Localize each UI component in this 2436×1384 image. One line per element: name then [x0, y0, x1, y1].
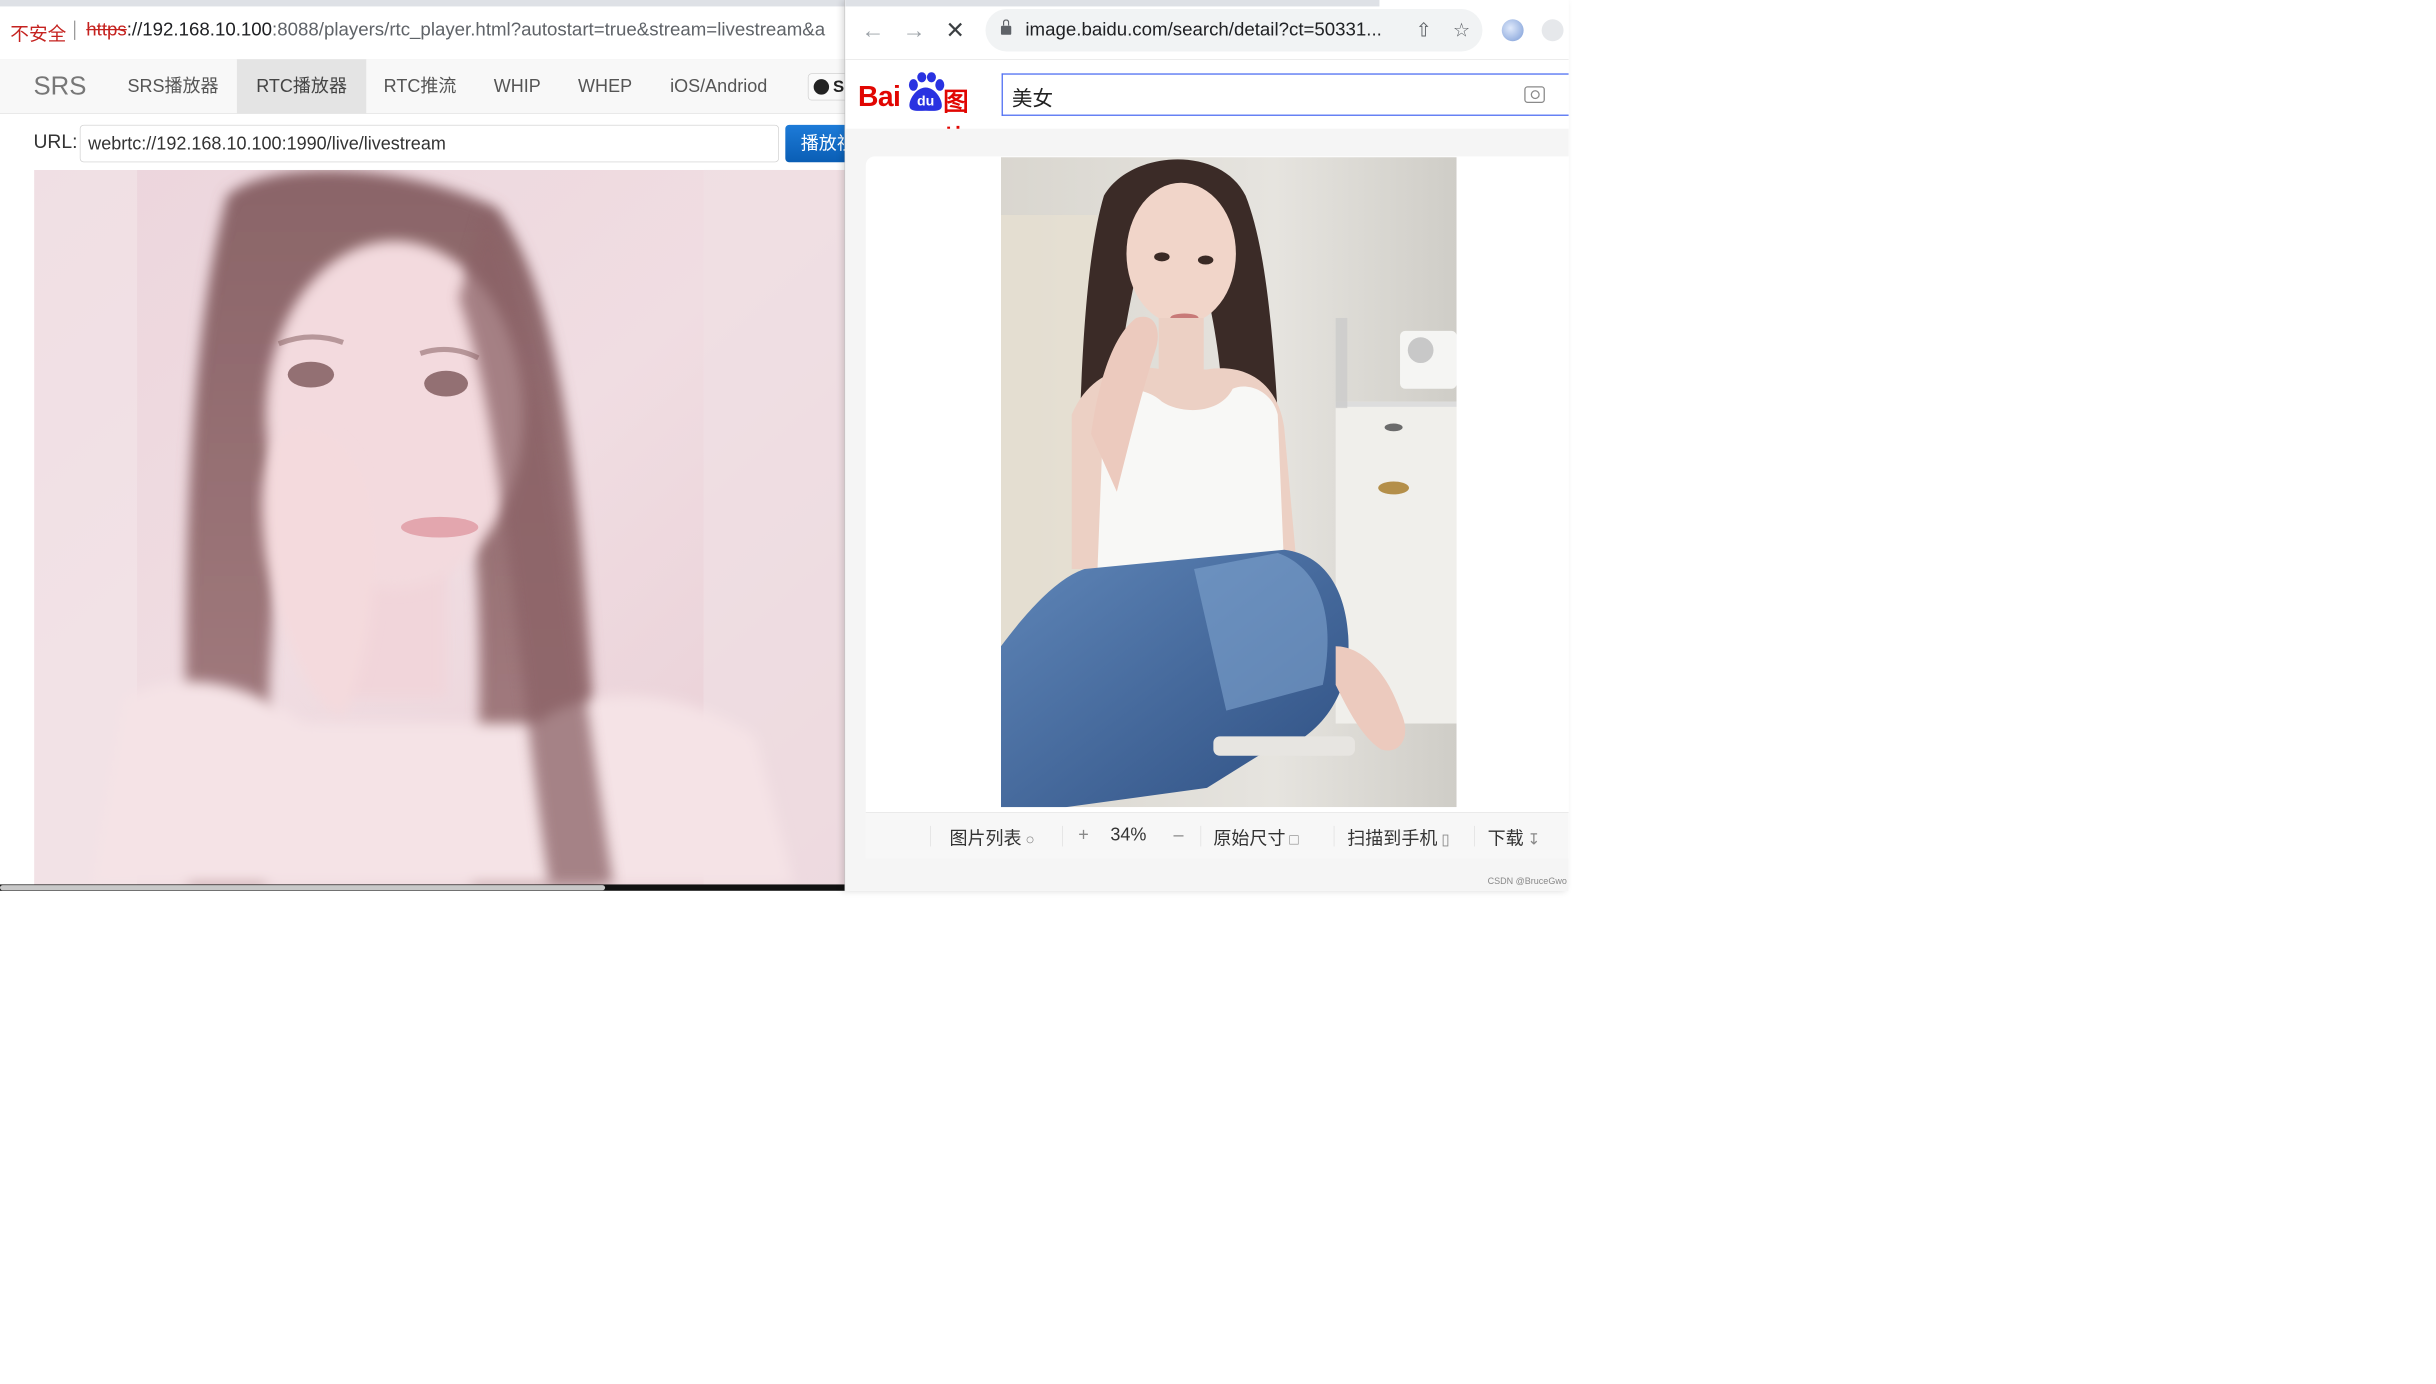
browser-toolbar: ← → ✕ image.baidu.com/search/detail?ct=5… [845, 0, 1569, 60]
url-rest: :8088/players/rtc_player.html?autostart=… [272, 19, 826, 40]
tab-strip [0, 0, 845, 7]
extension-icon[interactable] [1541, 19, 1564, 42]
github-button[interactable]: S [807, 73, 845, 101]
toolbar-separator [1062, 825, 1063, 847]
lock-icon[interactable] [1000, 19, 1012, 35]
viewer-toolbar: 图片列表 ○ + 34% – 原始尺寸 □ 扫描到手机 ▯ 下载 ↧ [865, 812, 1569, 859]
srs-player-window: 不安全 https://192.168.10.100:8088/players/… [0, 0, 845, 891]
brand-logo[interactable]: SRS [33, 72, 86, 101]
download-icon: ↧ [1527, 831, 1541, 849]
github-label: S [832, 76, 845, 96]
fit-size-icon: □ [1289, 831, 1299, 849]
toolbar-separator [1333, 825, 1335, 847]
address-url[interactable]: image.baidu.com/search/detail?ct=50331..… [1025, 19, 1381, 40]
plus-icon: + [1078, 824, 1089, 845]
baidu-paw-icon: du [908, 72, 945, 111]
logo-bai-text: Bai [858, 81, 901, 113]
download-label: 下载 [1487, 828, 1524, 849]
address-bar[interactable]: 不安全 https://192.168.10.100:8088/players/… [0, 0, 845, 60]
url-host: ://192.168.10.100 [126, 19, 273, 40]
nav-rtc-player[interactable]: RTC播放器 [236, 59, 367, 114]
chevron-up-circle-icon: ○ [1025, 831, 1035, 849]
image-list-label: 图片列表 [949, 828, 1022, 849]
stream-url-input[interactable] [79, 124, 779, 163]
star-icon[interactable]: ☆ [1453, 19, 1470, 42]
scrollbar-thumb[interactable] [0, 885, 606, 891]
scan-to-phone-label: 扫描到手机 [1347, 828, 1438, 849]
original-size-button[interactable]: 原始尺寸 □ [1213, 825, 1298, 851]
nav-srs-player[interactable]: SRS播放器 [108, 59, 238, 113]
baidu-image-logo[interactable]: Bai du 图片 [858, 72, 987, 154]
search-query[interactable]: 美女 [1012, 82, 1053, 112]
url-label: URL: [33, 131, 78, 153]
scan-to-phone-button[interactable]: 扫描到手机 ▯ [1347, 825, 1449, 851]
download-button[interactable]: 下载 ↧ [1488, 825, 1541, 851]
baidu-image-window: ← → ✕ image.baidu.com/search/detail?ct=5… [844, 0, 1569, 891]
original-size-label: 原始尺寸 [1213, 828, 1286, 849]
srs-navbar: SRS SRS播放器 RTC播放器 RTC推流 WHIP WHEP iOS/An… [0, 59, 845, 114]
zoom-out-button[interactable]: – [1173, 825, 1183, 846]
horizontal-scrollbar[interactable] [0, 884, 845, 891]
address-url[interactable]: https://192.168.10.100:8088/players/rtc_… [86, 19, 825, 40]
forward-arrow-icon[interactable]: → [899, 15, 929, 45]
github-icon [813, 79, 830, 95]
rtc-video-player[interactable] [34, 169, 845, 885]
omnibox-separator [74, 20, 76, 40]
nav-ios-android[interactable]: iOS/Andriod [651, 59, 787, 113]
toolbar-separator [1200, 825, 1202, 847]
insecure-label[interactable]: 不安全 [10, 19, 66, 46]
nav-rtc-publish[interactable]: RTC推流 [364, 59, 475, 113]
camera-icon[interactable] [1524, 86, 1545, 103]
zoom-in-button[interactable]: + [1078, 825, 1089, 846]
address-bar[interactable]: image.baidu.com/search/detail?ct=50331..… [985, 9, 1483, 52]
phone-icon: ▯ [1441, 831, 1450, 849]
nav-whep[interactable]: WHEP [559, 59, 652, 113]
toolbar-separator [1474, 825, 1475, 847]
minus-icon: – [1173, 824, 1184, 845]
toolbar-separator [930, 825, 931, 847]
back-arrow-icon[interactable]: ← [858, 15, 888, 45]
zoom-level: 34% [1110, 824, 1147, 845]
image-list-button[interactable]: 图片列表 ○ [949, 825, 1034, 851]
url-scheme: https [86, 19, 127, 40]
detail-image[interactable] [1000, 157, 1457, 808]
share-icon[interactable]: ⇧ [1415, 19, 1431, 42]
nav-whip[interactable]: WHIP [474, 59, 560, 113]
logo-du-text: du [917, 94, 934, 110]
search-box[interactable]: 美女 [1001, 73, 1569, 116]
extension-icon[interactable] [1501, 19, 1524, 42]
stop-loading-icon[interactable]: ✕ [940, 15, 970, 45]
csdn-watermark: CSDN @BruceGwo [1487, 875, 1567, 886]
play-video-button[interactable]: 播放视 [785, 124, 845, 163]
video-frame [34, 169, 845, 885]
tab-strip [845, 0, 1380, 7]
photo-content [1000, 157, 1457, 808]
